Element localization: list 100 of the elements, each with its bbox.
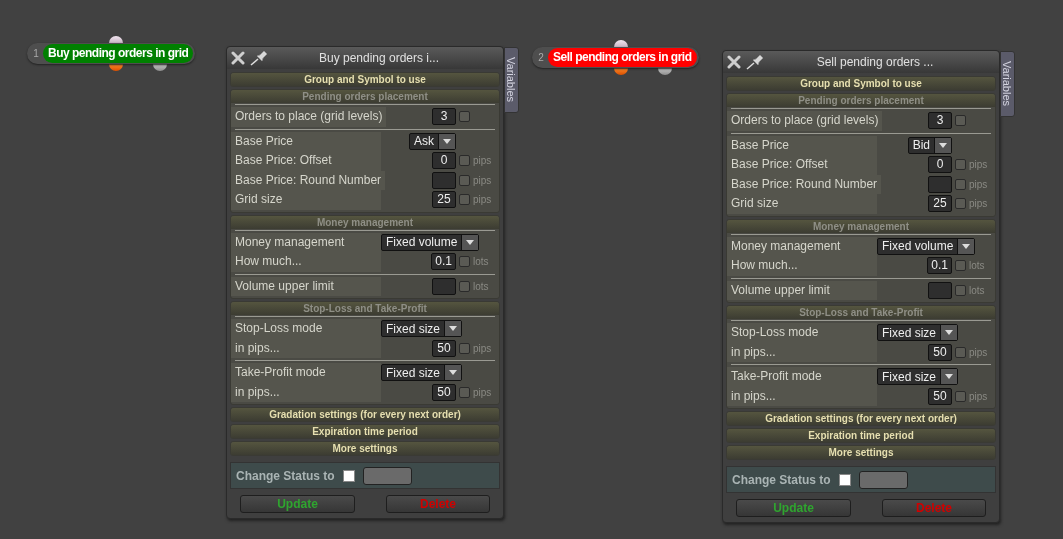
checkbox[interactable]: [459, 174, 470, 186]
field-label: Take-Profit mode: [231, 363, 381, 383]
field-label: Money management: [231, 232, 381, 252]
checkbox[interactable]: [459, 342, 470, 354]
node-number: 2: [537, 51, 545, 65]
dropdown[interactable]: Fixed volume: [877, 237, 976, 255]
field-label: How much...: [231, 252, 381, 272]
node-body[interactable]: 2 Sell pending orders in grid: [532, 47, 699, 68]
pin-icon[interactable]: [745, 54, 765, 70]
node-body[interactable]: 1 Buy pending orders in grid: [27, 43, 196, 64]
unit-label: lots: [969, 259, 986, 274]
input-field[interactable]: 3: [432, 108, 456, 126]
section-header[interactable]: More settings: [231, 442, 499, 455]
output-connector[interactable]: [109, 64, 123, 71]
field-label: Volume upper limit: [231, 276, 381, 296]
input-field[interactable]: 0: [432, 152, 456, 170]
checkbox[interactable]: [955, 178, 966, 190]
field-label: in pips...: [727, 342, 877, 362]
dropdown[interactable]: Fixed size: [381, 364, 463, 382]
section-header[interactable]: Expiration time period: [727, 429, 995, 442]
input-connector[interactable]: [109, 36, 123, 43]
checkbox[interactable]: [459, 280, 470, 292]
status-field[interactable]: [858, 470, 908, 489]
dropdown[interactable]: Ask: [409, 132, 456, 150]
caret-icon: [934, 137, 951, 153]
caret-icon: [461, 234, 479, 250]
section-header[interactable]: Group and Symbol to use: [231, 73, 499, 86]
unit-label: lots: [473, 279, 490, 294]
input-field[interactable]: [432, 171, 456, 189]
input-field[interactable]: 50: [432, 383, 456, 401]
section-header[interactable]: Group and Symbol to use: [727, 77, 995, 90]
dropdown[interactable]: Bid: [907, 136, 952, 154]
dropdown[interactable]: Fixed volume: [381, 233, 480, 251]
caret-icon: [444, 365, 462, 381]
panel-title: Buy pending orders i...: [317, 50, 441, 67]
output-connector[interactable]: [614, 68, 628, 75]
section-header[interactable]: Gradation settings (for every next order): [231, 408, 499, 421]
section-header[interactable]: Gradation settings (for every next order): [727, 412, 995, 425]
output-connector[interactable]: [658, 68, 672, 75]
input-field[interactable]: 50: [432, 339, 456, 357]
input-field[interactable]: 50: [928, 387, 952, 405]
checkbox[interactable]: [459, 155, 470, 167]
checkbox[interactable]: [459, 111, 470, 123]
checkbox[interactable]: [838, 473, 851, 486]
side-tab[interactable]: Variables: [504, 47, 519, 113]
dropdown[interactable]: Fixed size: [877, 324, 959, 342]
status-label: Change Status to: [732, 471, 831, 489]
field-label: Orders to place (grid levels): [727, 111, 883, 131]
caret-icon: [940, 325, 958, 341]
dropdown[interactable]: Fixed size: [877, 368, 959, 386]
field-label: Base Price: [231, 131, 381, 151]
status-field[interactable]: [362, 466, 412, 485]
node-label: Buy pending orders in grid: [43, 44, 194, 63]
caret-icon: [940, 369, 958, 385]
field-label: How much...: [727, 256, 877, 276]
field-label: Grid size: [231, 190, 381, 210]
status-label: Change Status to: [236, 467, 335, 485]
input-field[interactable]: 3: [928, 112, 952, 130]
field-label: Base Price: Offset: [231, 151, 381, 171]
unit-label: lots: [969, 283, 986, 298]
node-number: 1: [32, 47, 40, 61]
input-connector[interactable]: [614, 40, 628, 47]
unit-label: pips: [473, 385, 493, 400]
input-field[interactable]: 0: [928, 156, 952, 174]
checkbox[interactable]: [459, 256, 470, 268]
checkbox[interactable]: [342, 469, 355, 482]
input-field[interactable]: 0.1: [431, 253, 456, 271]
checkbox[interactable]: [459, 194, 470, 206]
input-field[interactable]: [928, 175, 952, 193]
field-label: Base Price: Offset: [727, 155, 877, 175]
input-field[interactable]: 50: [928, 343, 952, 361]
input-field[interactable]: [928, 281, 952, 299]
checkbox[interactable]: [955, 390, 966, 402]
unit-label: pips: [473, 173, 493, 188]
section-header[interactable]: More settings: [727, 446, 995, 459]
checkbox[interactable]: [459, 386, 470, 398]
input-field[interactable]: 0.1: [927, 257, 952, 275]
unit-label: lots: [473, 255, 490, 270]
checkbox[interactable]: [955, 284, 966, 296]
checkbox[interactable]: [955, 159, 966, 171]
checkbox[interactable]: [955, 260, 966, 272]
field-label: in pips...: [727, 386, 877, 406]
checkbox[interactable]: [955, 346, 966, 358]
unit-label: pips: [969, 389, 989, 404]
close-icon[interactable]: [727, 55, 741, 69]
unit-label: pips: [473, 341, 493, 356]
section-header[interactable]: Expiration time period: [231, 425, 499, 438]
field-label: Stop-Loss mode: [727, 323, 877, 343]
dropdown[interactable]: Fixed size: [381, 320, 463, 338]
checkbox[interactable]: [955, 198, 966, 210]
close-icon[interactable]: [231, 51, 245, 65]
field-label: Orders to place (grid levels): [231, 107, 387, 127]
output-connector[interactable]: [153, 64, 167, 71]
pin-icon[interactable]: [249, 50, 269, 66]
input-field[interactable]: [432, 277, 456, 295]
checkbox[interactable]: [955, 115, 966, 127]
side-tab[interactable]: Variables: [1000, 51, 1015, 117]
unit-label: pips: [473, 193, 493, 208]
input-field[interactable]: 25: [432, 191, 456, 209]
input-field[interactable]: 25: [928, 195, 952, 213]
